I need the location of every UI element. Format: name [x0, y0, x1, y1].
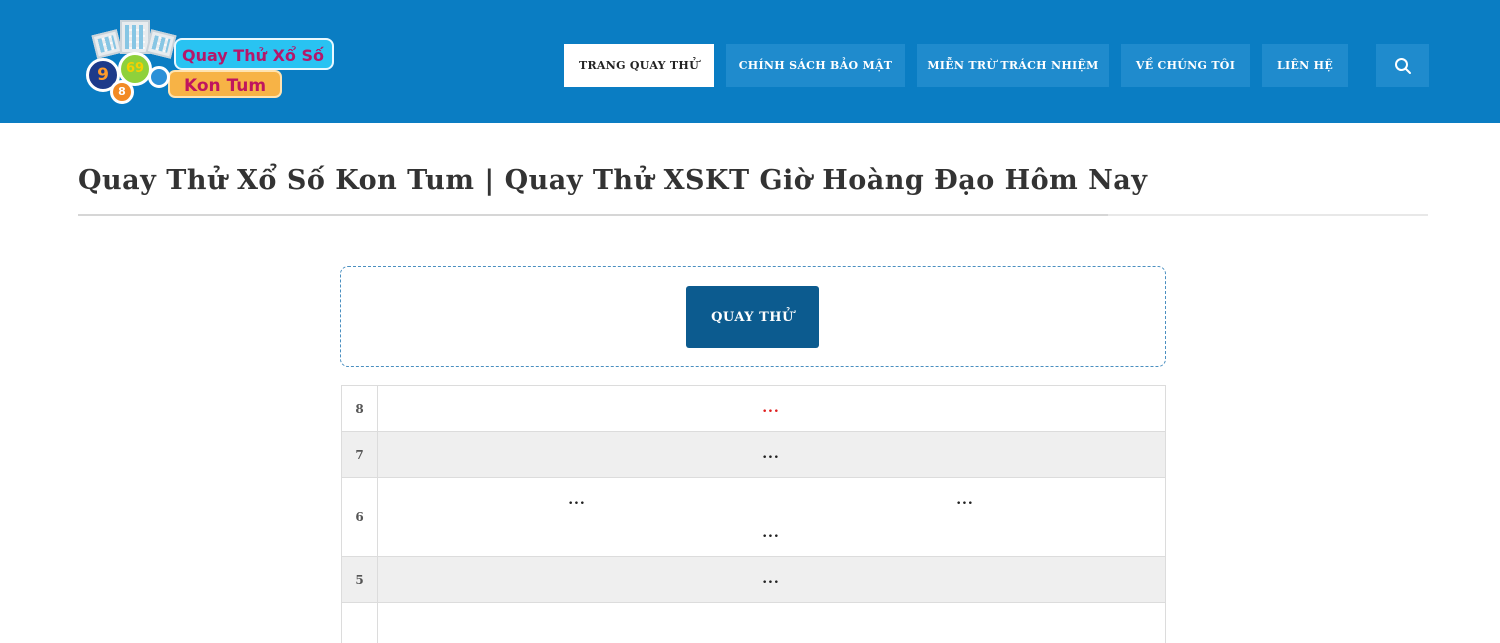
table-row-prize-7: 7 ...: [341, 432, 1166, 478]
prize-label: 6: [342, 478, 378, 556]
nav-item-ve-chung-toi[interactable]: VỀ CHÚNG TÔI: [1121, 44, 1250, 87]
prize-label: 5: [342, 557, 378, 602]
nav-item-mien-tru-trach-nhiem[interactable]: MIỄN TRỪ TRÁCH NHIỆM: [917, 44, 1109, 87]
result-value: ...: [762, 571, 780, 587]
result-value: ...: [762, 525, 780, 541]
result-value: ...: [762, 446, 780, 462]
building-icon: [145, 29, 177, 59]
logo-title: Quay Thử Xổ Số: [174, 38, 334, 70]
nav-item-trang-quay-thu[interactable]: TRANG QUAY THỬ: [564, 44, 714, 87]
result-value: ...: [956, 492, 974, 508]
results-table: 8 ... 7 ... 6 ... ... ... 5 ...: [341, 385, 1166, 643]
search-icon: [1394, 57, 1411, 74]
prize-label: [342, 603, 378, 643]
logo-subtitle: Kon Tum: [168, 70, 282, 98]
title-divider-accent: [78, 214, 1108, 216]
building-icon: [91, 29, 123, 59]
result-value: ...: [762, 400, 780, 416]
spin-button[interactable]: QUAY THỬ: [686, 286, 819, 348]
result-value: ...: [568, 492, 586, 508]
table-row-prize-4: [341, 603, 1166, 643]
search-button[interactable]: [1376, 44, 1429, 87]
prize-label: 8: [342, 386, 378, 431]
page-title: Quay Thử Xổ Số Kon Tum | Quay Thử XSKT G…: [78, 165, 1148, 196]
table-row-prize-6: 6 ... ... ...: [341, 478, 1166, 557]
lottery-ball-icon: 8: [110, 80, 134, 104]
table-row-prize-8: 8 ...: [341, 386, 1166, 432]
prize-label: 7: [342, 432, 378, 477]
lottery-ball-icon: [148, 66, 170, 88]
site-logo[interactable]: Quay Thử Xổ Số Kon Tum 9 69 8: [84, 18, 338, 108]
table-row-prize-5: 5 ...: [341, 557, 1166, 603]
site-header: Quay Thử Xổ Số Kon Tum 9 69 8 TRANG QUAY…: [0, 0, 1500, 123]
nav-item-lien-he[interactable]: LIÊN HỆ: [1262, 44, 1348, 87]
nav-item-chinh-sach-bao-mat[interactable]: CHÍNH SÁCH BẢO MẬT: [726, 44, 905, 87]
